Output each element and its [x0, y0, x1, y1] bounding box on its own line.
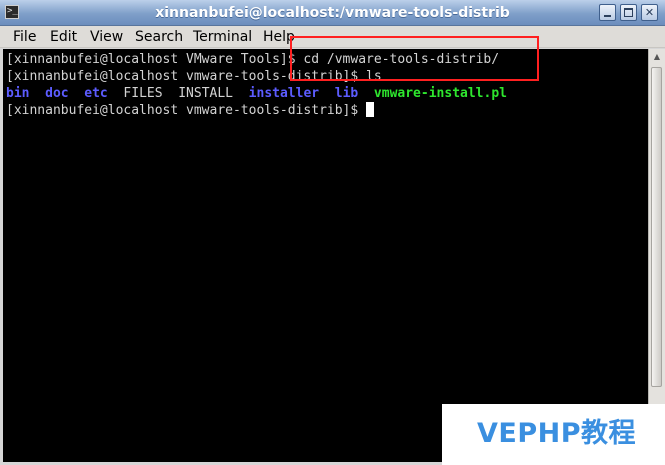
- scroll-up-arrow-icon[interactable]: ▲: [649, 49, 665, 65]
- vertical-scrollbar[interactable]: ▲ ▼: [648, 49, 665, 462]
- ls-entry-executable: vmware-install.pl: [373, 86, 507, 101]
- watermark-text: VEPHP教程: [477, 418, 637, 449]
- ls-entry-directory: lib: [334, 86, 359, 101]
- menu-edit[interactable]: Edit: [50, 28, 77, 46]
- menu-file[interactable]: File: [13, 28, 36, 46]
- close-button[interactable]: ✕: [641, 4, 658, 21]
- terminal-output[interactable]: [xinnanbufei@localhost VMware Tools]$ cd…: [3, 49, 648, 462]
- menu-help[interactable]: Help: [263, 28, 295, 46]
- shell-prompt: [xinnanbufei@localhost vmware-tools-dist…: [6, 69, 367, 84]
- menu-view[interactable]: View: [90, 28, 123, 46]
- text-cursor: [366, 102, 375, 117]
- shell-prompt: [xinnanbufei@localhost vmware-tools-dist…: [6, 103, 367, 118]
- menu-bar: File Edit View Search Terminal Help: [0, 26, 665, 48]
- shell-prompt: [xinnanbufei@localhost VMware Tools]$: [6, 52, 304, 67]
- scroll-track[interactable]: [649, 65, 665, 446]
- menu-search[interactable]: Search: [135, 28, 183, 46]
- ls-entry-directory: installer: [248, 86, 320, 101]
- scroll-thumb[interactable]: [651, 67, 662, 387]
- title-bar[interactable]: >_ xinnanbufei@localhost:/vmware-tools-d…: [0, 0, 665, 26]
- window-title: xinnanbufei@localhost:/vmware-tools-dist…: [155, 5, 510, 21]
- ls-entry-file: INSTALL: [178, 86, 234, 101]
- shell-command: cd /vmware-tools-distrib/: [303, 52, 500, 67]
- ls-entry-directory: etc: [84, 86, 108, 101]
- minimize-button[interactable]: [599, 4, 616, 21]
- close-icon: ✕: [644, 6, 655, 19]
- maximize-icon: [624, 8, 633, 17]
- terminal-line: [xinnanbufei@localhost VMware Tools]$ cd…: [6, 51, 499, 68]
- menu-terminal[interactable]: Terminal: [193, 28, 252, 46]
- watermark: VEPHP教程: [442, 404, 665, 465]
- minimize-icon: [604, 15, 611, 17]
- shell-command: ls: [366, 69, 382, 84]
- ls-entry-file: FILES: [123, 86, 163, 101]
- terminal-line: [xinnanbufei@localhost vmware-tools-dist…: [6, 68, 382, 85]
- ls-output-line: bin doc etc FILES INSTALL installer lib …: [6, 85, 507, 102]
- ls-entry-directory: doc: [45, 86, 69, 101]
- terminal-line: [xinnanbufei@localhost vmware-tools-dist…: [6, 102, 375, 119]
- maximize-button[interactable]: [620, 4, 637, 21]
- ls-entry-directory: bin: [6, 86, 30, 101]
